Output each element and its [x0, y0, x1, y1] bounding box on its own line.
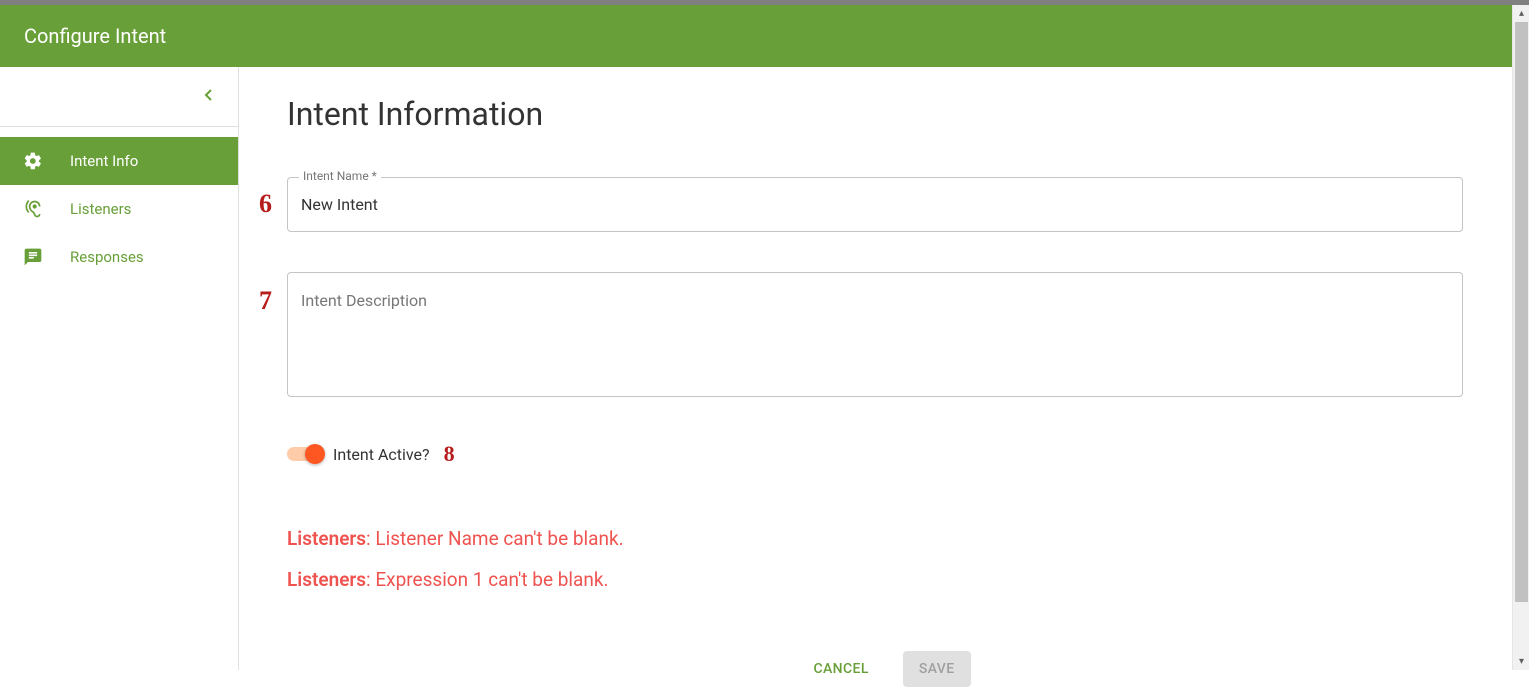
intent-active-label: Intent Active? — [333, 445, 430, 464]
main-content: Intent Information 6 Intent Name * 7 Int… — [239, 67, 1529, 670]
chevron-left-icon — [204, 89, 212, 105]
page-title: Intent Information — [287, 95, 1481, 133]
page-title-header: Configure Intent — [24, 24, 166, 48]
scroll-down-arrow-icon[interactable]: ▾ — [1513, 653, 1529, 670]
sidebar-item-label: Responses — [70, 248, 144, 266]
intent-description-input[interactable] — [287, 272, 1463, 397]
sidebar-item-label: Intent Info — [70, 152, 138, 170]
hearing-icon — [22, 198, 44, 220]
sidebar-item-listeners[interactable]: Listeners — [0, 185, 238, 233]
sidebar-item-responses[interactable]: Responses — [0, 233, 238, 281]
cancel-button[interactable]: CANCEL — [797, 651, 884, 687]
error-prefix: Listeners — [287, 568, 366, 591]
gear-icon — [22, 150, 44, 172]
error-line: Listeners: Expression 1 can't be blank. — [287, 568, 1481, 591]
intent-desc-field-group: 7 — [287, 272, 1481, 401]
error-message: : Expression 1 can't be blank. — [366, 568, 608, 591]
error-prefix: Listeners — [287, 527, 366, 550]
vertical-scrollbar[interactable]: ▴ ▾ — [1512, 5, 1529, 670]
sidebar-items: Intent Info Listeners Responses — [0, 127, 238, 281]
app-header: Configure Intent — [0, 5, 1529, 67]
action-buttons: CANCEL SAVE — [534, 651, 1234, 687]
save-button[interactable]: SAVE — [903, 651, 971, 687]
intent-name-field-group: 6 Intent Name * — [287, 177, 1481, 232]
sidebar-item-intent-info[interactable]: Intent Info — [0, 137, 238, 185]
annotation-8: 8 — [444, 441, 455, 467]
annotation-6: 6 — [259, 189, 272, 219]
content-wrap: Intent Info Listeners Responses Intent I… — [0, 67, 1529, 670]
intent-name-label: Intent Name * — [299, 169, 381, 183]
chat-icon — [22, 246, 44, 268]
intent-active-row: Intent Active? 8 — [287, 441, 1481, 467]
intent-active-toggle[interactable] — [287, 447, 323, 461]
error-message: : Listener Name can't be blank. — [366, 527, 624, 550]
scroll-up-arrow-icon[interactable]: ▴ — [1513, 5, 1529, 22]
sidebar: Intent Info Listeners Responses — [0, 67, 239, 670]
sidebar-item-label: Listeners — [70, 200, 131, 218]
scroll-thumb[interactable] — [1515, 22, 1528, 602]
sidebar-collapse-button[interactable] — [0, 67, 238, 127]
toggle-thumb — [305, 444, 325, 464]
error-list: Listeners: Listener Name can't be blank.… — [287, 527, 1481, 591]
error-line: Listeners: Listener Name can't be blank. — [287, 527, 1481, 550]
annotation-7: 7 — [259, 286, 272, 316]
intent-name-input[interactable] — [287, 177, 1463, 232]
